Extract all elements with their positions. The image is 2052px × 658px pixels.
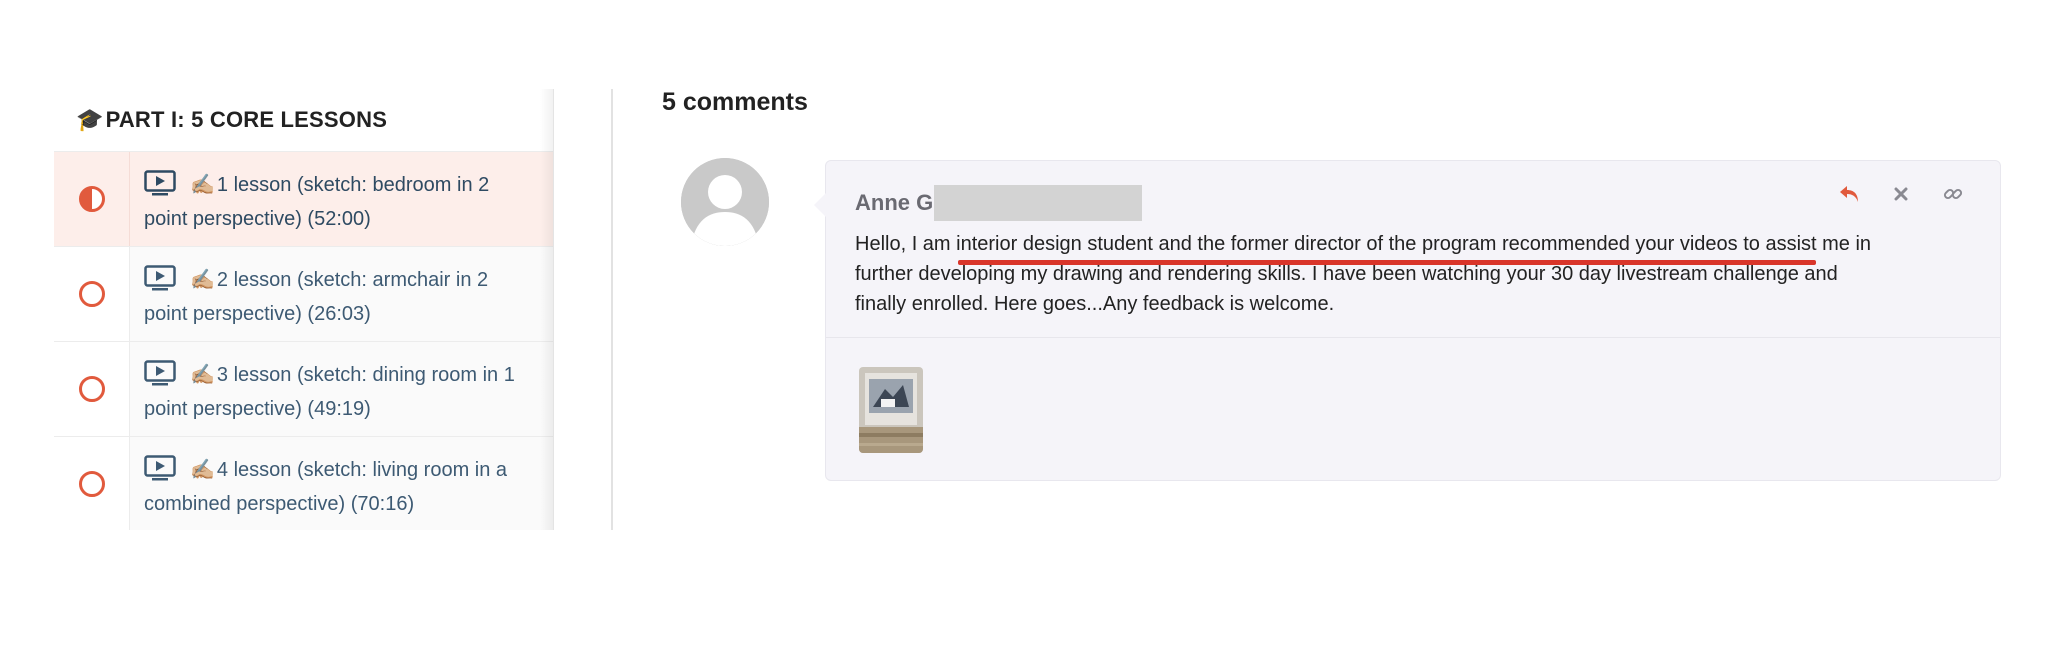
- lesson-status[interactable]: [54, 152, 130, 246]
- card-separator: [826, 337, 2000, 338]
- lesson-item-2[interactable]: ✍🏼 2 lesson (sketch: armchair in 2 point …: [54, 246, 554, 341]
- image-thumbnail-icon: [859, 367, 923, 453]
- column-divider: [611, 89, 613, 530]
- writing-hand-icon: ✍🏼: [190, 269, 215, 291]
- comment-actions: [1836, 181, 1966, 207]
- course-sidebar: 🎓 PART I: 5 CORE LESSONS ✍🏼 1 lesson (ske…: [54, 89, 554, 530]
- comment-line: Hello, I am interior design student and …: [855, 233, 1872, 255]
- avatar[interactable]: [681, 158, 769, 246]
- link-icon[interactable]: [1940, 181, 1966, 207]
- lesson-title[interactable]: 3 lesson (sketch: dining room in 1: [217, 364, 515, 386]
- lesson-title-cont[interactable]: point perspective) (49:19): [144, 398, 371, 420]
- lesson-item-3[interactable]: ✍🏼 3 lesson (sketch: dining room in 1 poi…: [54, 341, 554, 436]
- lesson-title[interactable]: 2 lesson (sketch: armchair in 2: [217, 269, 488, 291]
- video-play-icon: [144, 265, 176, 291]
- close-icon[interactable]: [1888, 181, 1914, 207]
- lesson-title-cont[interactable]: point perspective) (26:03): [144, 303, 371, 325]
- section-title: 🎓 PART I: 5 CORE LESSONS: [54, 89, 554, 151]
- half-circle-progress-icon[interactable]: [78, 186, 105, 212]
- empty-circle-icon[interactable]: [78, 471, 105, 497]
- comment-line: finally enrolled. Here goes...Any feedba…: [855, 293, 1335, 315]
- writing-hand-icon: ✍🏼: [190, 459, 215, 481]
- comment-line: further developing my drawing and render…: [855, 263, 1838, 285]
- lesson-status[interactable]: [54, 437, 130, 530]
- video-play-icon: [144, 170, 176, 196]
- lesson-title[interactable]: 4 lesson (sketch: living room in a: [217, 459, 507, 481]
- attachment-thumbnail[interactable]: [859, 367, 923, 453]
- lesson-title-cont[interactable]: combined perspective) (70:16): [144, 493, 414, 515]
- comment-author[interactable]: Anne G: [855, 185, 1143, 221]
- lesson-item-4[interactable]: ✍🏼 4 lesson (sketch: living room in a com…: [54, 436, 554, 530]
- author-name[interactable]: Anne G: [855, 190, 933, 216]
- video-play-icon: [144, 360, 176, 386]
- reply-icon[interactable]: [1836, 181, 1862, 207]
- lesson-status[interactable]: [54, 342, 130, 436]
- comment-card: Anne G Hello, I am interior design stude…: [814, 160, 2001, 481]
- video-play-icon: [144, 455, 176, 481]
- lesson-title-cont[interactable]: point perspective) (52:00): [144, 208, 371, 230]
- comment-body: Hello, I am interior design student and …: [855, 229, 1975, 319]
- section-title-text: PART I: 5 CORE LESSONS: [105, 107, 388, 132]
- redacted-name-block: [934, 185, 1143, 221]
- writing-hand-icon: ✍🏼: [190, 174, 215, 196]
- lesson-item-1[interactable]: ✍🏼 1 lesson (sketch: bedroom in 2 point p…: [54, 151, 554, 246]
- default-user-icon: [681, 158, 769, 246]
- empty-circle-icon[interactable]: [78, 281, 105, 307]
- writing-hand-icon: ✍🏼: [190, 364, 215, 386]
- graduation-cap-icon: 🎓: [76, 107, 104, 132]
- lesson-title[interactable]: 1 lesson (sketch: bedroom in 2: [217, 174, 489, 196]
- empty-circle-icon[interactable]: [78, 376, 105, 402]
- lesson-status[interactable]: [54, 247, 130, 341]
- comments-count: 5 comments: [662, 88, 808, 116]
- sidebar-edge: [553, 89, 554, 530]
